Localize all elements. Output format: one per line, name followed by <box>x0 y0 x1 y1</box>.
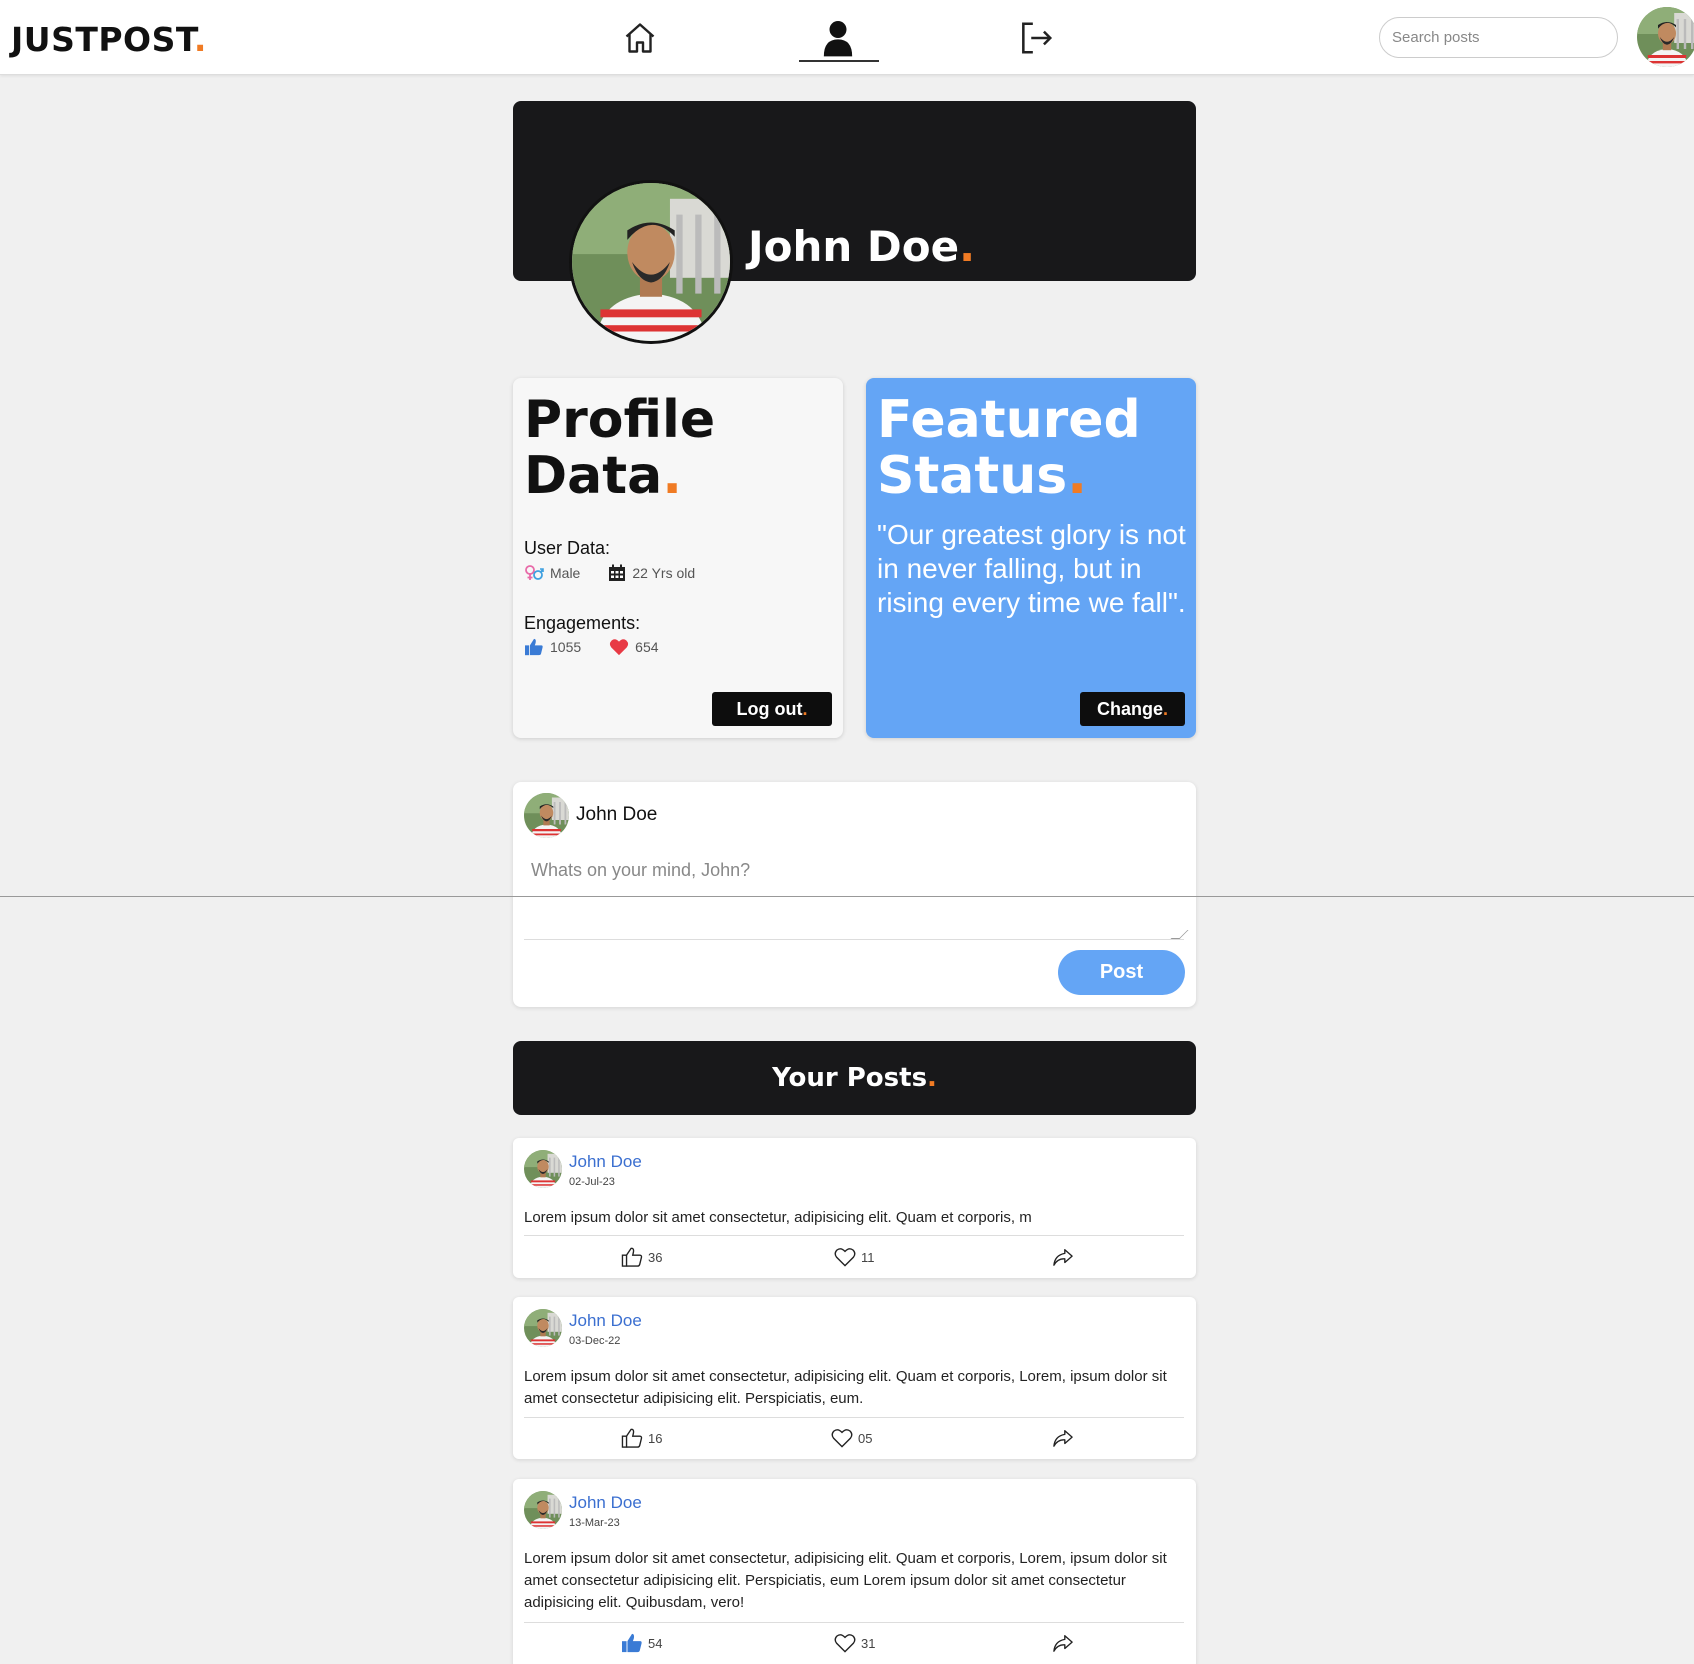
user-icon[interactable] <box>818 18 858 58</box>
post-card: John Doe 13-Mar-23 Lorem ipsum dolor sit… <box>513 1479 1196 1664</box>
post-author[interactable]: John Doe <box>569 1493 642 1513</box>
post-divider <box>524 1417 1184 1418</box>
hearts-count: 654 <box>635 639 659 655</box>
home-icon[interactable] <box>620 18 660 58</box>
featured-status-title: Featured Status. <box>877 390 1141 506</box>
post-divider <box>524 1235 1184 1236</box>
avatar[interactable] <box>524 1150 562 1188</box>
thumbs-up-icon <box>525 638 543 656</box>
heart-icon <box>834 1634 856 1653</box>
heart-icon <box>834 1248 856 1267</box>
featured-quote: "Our greatest glory is not in never fall… <box>877 519 1186 618</box>
like-button[interactable]: 16 <box>621 1428 662 1448</box>
your-posts-header: Your Posts. <box>513 1041 1196 1115</box>
avatar[interactable] <box>524 1491 562 1529</box>
gender-icon <box>525 565 544 580</box>
heart-count: 31 <box>861 1635 876 1651</box>
engagements-label: Engagements: <box>524 613 641 633</box>
share-icon <box>1053 1430 1073 1447</box>
user-data-label: User Data: <box>524 538 611 558</box>
calendar-icon <box>609 564 626 581</box>
post-author[interactable]: John Doe <box>569 1311 642 1331</box>
share-button[interactable] <box>1052 1633 1074 1653</box>
avatar[interactable] <box>524 1309 562 1347</box>
post-body: Lorem ipsum dolor sit amet consectetur, … <box>524 1209 1032 1226</box>
profile-name: John Doe. <box>748 222 976 271</box>
like-count: 54 <box>648 1635 663 1651</box>
heart-icon <box>610 639 629 656</box>
top-navbar: JUSTPOST. <box>0 0 1694 75</box>
profile-avatar[interactable] <box>569 180 733 344</box>
heart-icon <box>831 1429 853 1448</box>
post-date: 03-Dec-22 <box>569 1335 621 1347</box>
thumbs-up-icon <box>621 1247 643 1267</box>
user-data-row: Male 22 Yrs old <box>524 564 695 582</box>
thumbs-up-icon <box>621 1428 643 1448</box>
engagements-row: 1055 654 <box>524 638 659 656</box>
divider-line <box>0 896 1694 897</box>
heart-button[interactable]: 05 <box>831 1428 872 1448</box>
share-icon <box>1053 1635 1073 1652</box>
post-body: Lorem ipsum dolor sit amet consectetur, … <box>524 1550 1167 1611</box>
post-date: 02-Jul-23 <box>569 1176 615 1188</box>
change-status-button[interactable]: Change. <box>1080 692 1185 726</box>
share-button[interactable] <box>1052 1247 1074 1267</box>
app-logo[interactable]: JUSTPOST. <box>11 20 207 59</box>
like-count: 16 <box>648 1430 663 1446</box>
share-button[interactable] <box>1052 1428 1074 1448</box>
share-icon <box>1053 1249 1073 1266</box>
post-card: John Doe 03-Dec-22 Lorem ipsum dolor sit… <box>513 1297 1196 1459</box>
profile-data-card: Profile Data. User Data: Male 22 Yrs old… <box>513 378 843 738</box>
heart-button[interactable]: 31 <box>834 1633 875 1653</box>
like-button[interactable]: 54 <box>621 1633 662 1653</box>
featured-status-card: Featured Status. "Our greatest glory is … <box>866 378 1196 738</box>
post-author[interactable]: John Doe <box>569 1152 642 1172</box>
post-date: 13-Mar-23 <box>569 1517 620 1529</box>
heart-count: 11 <box>861 1249 875 1265</box>
post-composer: John Doe Post <box>513 782 1196 1007</box>
profile-data-title: Profile Data. <box>524 390 716 506</box>
post-divider <box>524 1622 1184 1623</box>
thumbs-up-icon <box>622 1633 642 1653</box>
search-input[interactable] <box>1379 17 1618 58</box>
age-value: 22 Yrs old <box>632 565 696 581</box>
active-tab-indicator <box>799 60 879 62</box>
heart-button[interactable]: 11 <box>834 1247 875 1267</box>
post-body: Lorem ipsum dolor sit amet consectetur, … <box>524 1368 1167 1407</box>
logout-button[interactable]: Log out. <box>712 692 832 726</box>
avatar[interactable] <box>1637 7 1694 67</box>
logout-icon[interactable] <box>1016 18 1056 58</box>
like-button[interactable]: 36 <box>621 1247 662 1267</box>
composer-author-name: John Doe <box>576 804 658 825</box>
gender-value: Male <box>550 565 581 581</box>
like-count: 36 <box>648 1249 663 1265</box>
avatar <box>524 793 569 838</box>
likes-count: 1055 <box>550 639 582 655</box>
post-button[interactable]: Post <box>1058 950 1185 995</box>
heart-count: 05 <box>858 1430 873 1446</box>
post-card: John Doe 02-Jul-23 Lorem ipsum dolor sit… <box>513 1138 1196 1278</box>
